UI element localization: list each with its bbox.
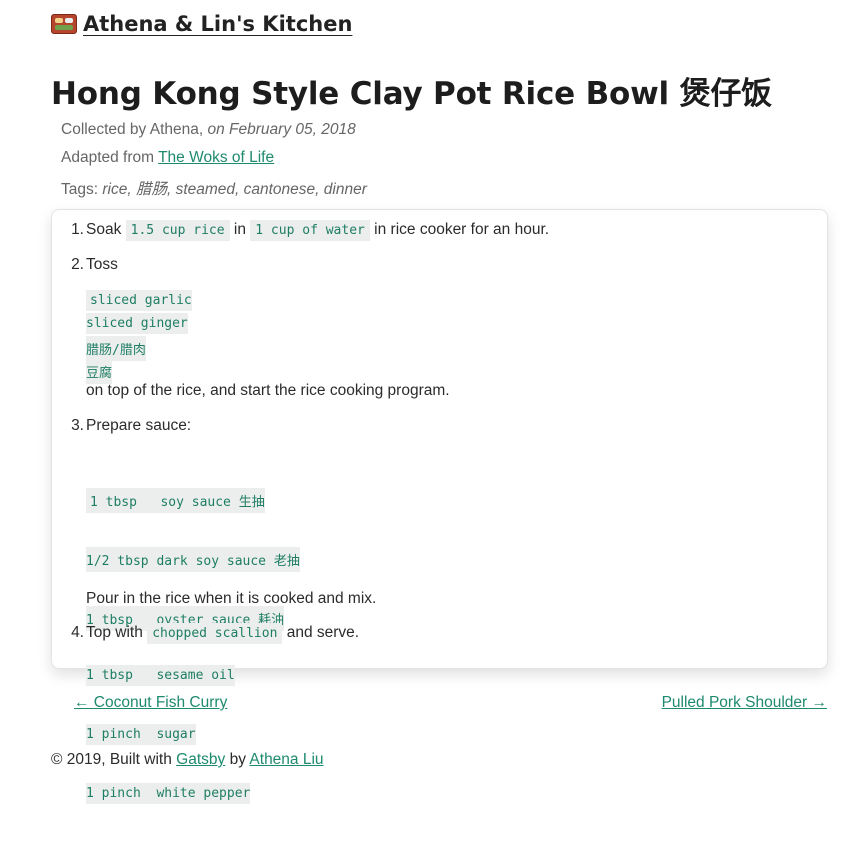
collected-by-text: Collected by Athena, <box>61 121 204 138</box>
sauce-code-block: 1 tbsp soy sauce 生抽 1/2 tbsp dark soy sa… <box>86 452 300 842</box>
code-line: 1 tbsp soy sauce 生抽 <box>86 488 265 513</box>
step-text: on top of the rice, and start the rice c… <box>86 382 450 399</box>
step-text: Prepare sauce: <box>86 417 192 434</box>
step-text: in <box>233 221 246 238</box>
code-line: sliced garlic <box>86 290 192 311</box>
site-title-link[interactable]: Athena & Lin's Kitchen <box>51 12 352 36</box>
step-number: 1. <box>71 221 84 238</box>
step-number: 3. <box>71 417 84 434</box>
adapted-from-text: Adapted from <box>61 149 155 166</box>
collected-date: on February 05, 2018 <box>207 121 356 138</box>
step-number: 2. <box>71 256 84 273</box>
code-line: 1 pinch white pepper <box>86 783 251 804</box>
footer: © 2019, Built with Gatsby by Athena Liu <box>51 751 324 769</box>
code-line: 1 pinch sugar <box>86 724 196 745</box>
page-title: Hong Kong Style Clay Pot Rice Bowl 煲仔饭 <box>51 76 772 112</box>
source-link[interactable]: The Woks of Life <box>158 149 274 166</box>
tags-list: rice, 腊肠, steamed, cantonese, dinner <box>102 181 367 198</box>
step-text: Soak <box>86 221 122 238</box>
step-text: in rice cooker for an hour. <box>374 221 550 238</box>
code-line: sliced ginger <box>86 313 188 334</box>
ingredient-code-block: sliced garlic sliced ginger 腊肠/腊肉 豆腐 <box>86 290 192 384</box>
footer-by-text: by <box>229 751 246 768</box>
code-line: 1/2 tbsp dark soy sauce 老抽 <box>86 547 300 572</box>
step-text: Pour in the rice when it is cooked and m… <box>86 590 377 607</box>
step-number: 4. <box>71 624 84 641</box>
adapted-from-line: Adapted from The Woks of Life <box>61 149 274 167</box>
site-title-text: Athena & Lin's Kitchen <box>83 12 353 36</box>
gatsby-link[interactable]: Gatsby <box>176 751 225 768</box>
tags-line: Tags: rice, 腊肠, steamed, cantonese, dinn… <box>61 177 367 199</box>
inline-code: 1 cup of water <box>250 220 370 241</box>
author-link[interactable]: Athena Liu <box>249 751 323 768</box>
step-text: Toss <box>86 256 118 273</box>
tags-label: Tags: <box>61 181 99 198</box>
recipe-card: 1. Soak 1.5 cup rice in 1 cup of water i… <box>51 209 828 804</box>
step-text: Top with <box>86 624 143 641</box>
step-text: and serve. <box>286 624 360 641</box>
prev-post-link[interactable]: ← Coconut Fish Curry <box>74 694 227 712</box>
footer-text: © 2019, Built with <box>51 751 172 768</box>
collected-by-line: Collected by Athena, on February 05, 201… <box>61 121 356 139</box>
next-post-link[interactable]: Pulled Pork Shoulder → <box>662 694 827 712</box>
code-line: 1 tbsp sesame oil <box>86 665 235 686</box>
inline-code: chopped scallion <box>147 623 283 644</box>
inline-code: 1.5 cup rice <box>125 220 230 241</box>
code-line: 腊肠/腊肉 <box>86 336 146 361</box>
bento-box-icon <box>51 14 77 34</box>
code-line: 豆腐 <box>86 359 113 384</box>
